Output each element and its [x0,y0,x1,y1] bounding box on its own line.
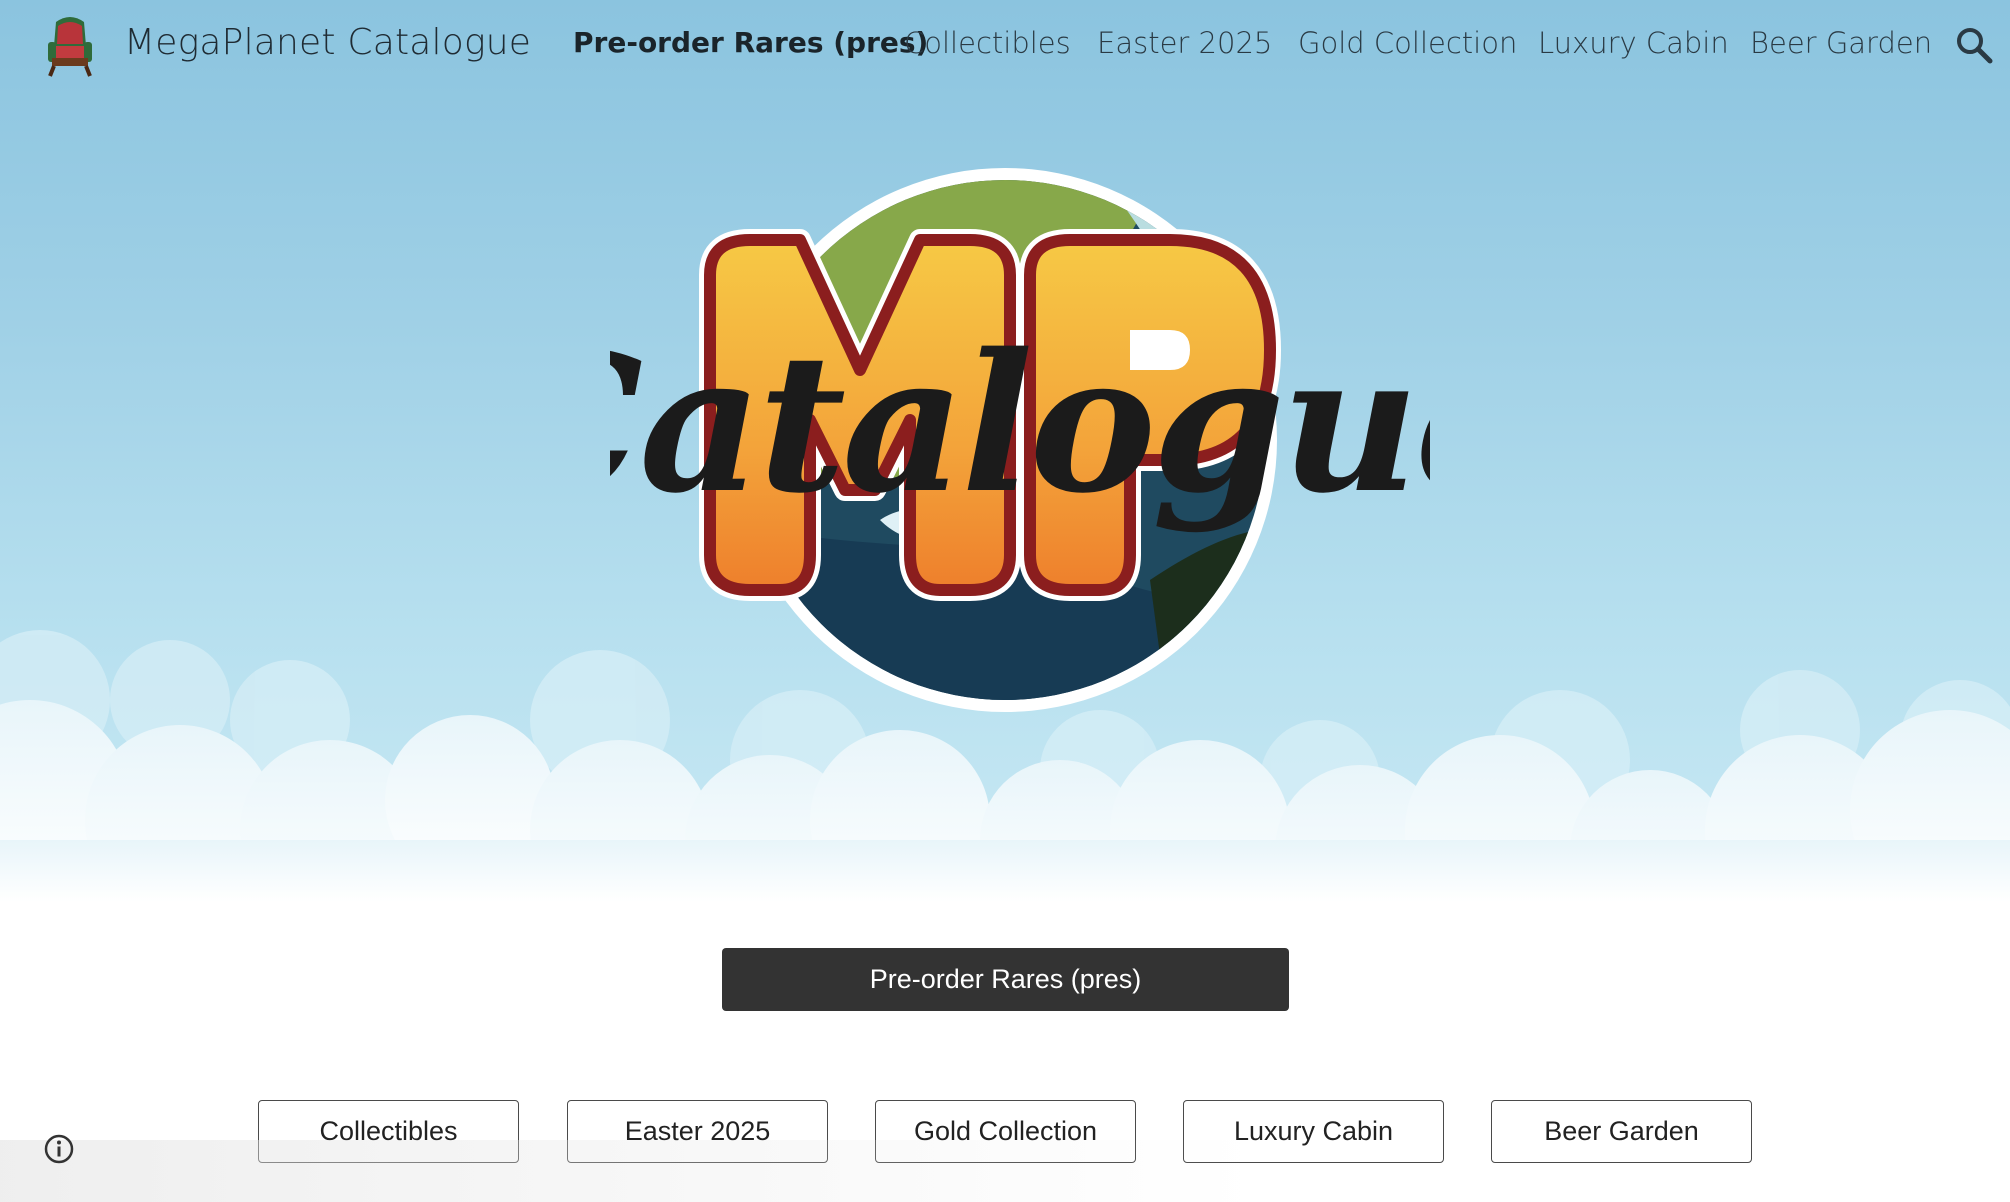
armchair-icon[interactable] [44,12,96,78]
nav-item-beer-garden[interactable]: Beer Garden [1750,26,1932,60]
mp-catalogue-logo: Catalogue [610,168,1430,712]
nav-item-luxury-cabin[interactable]: Luxury Cabin [1538,26,1729,60]
nav-item-easter-2025[interactable]: Easter 2025 [1097,26,1272,60]
easter-2025-button[interactable]: Easter 2025 [567,1100,828,1163]
hero-banner: Catalogue [0,0,2010,902]
top-navigation-bar: MegaPlanet Catalogue Pre-order Rares (pr… [0,0,2010,92]
collectibles-button[interactable]: Collectibles [258,1100,519,1163]
nav-item-collectibles[interactable]: Collectibles [904,26,1071,60]
gold-collection-button[interactable]: Gold Collection [875,1100,1136,1163]
nav-item-gold-collection[interactable]: Gold Collection [1298,26,1517,60]
beer-garden-button[interactable]: Beer Garden [1491,1100,1752,1163]
site-title[interactable]: MegaPlanet Catalogue [124,22,531,63]
pre-order-rares-button[interactable]: Pre-order Rares (pres) [722,948,1289,1011]
info-icon[interactable] [43,1133,75,1165]
search-icon[interactable] [1955,26,1993,64]
logo-script-text: Catalogue [610,312,1430,535]
luxury-cabin-button[interactable]: Luxury Cabin [1183,1100,1444,1163]
nav-item-pre-order-rares[interactable]: Pre-order Rares (pres) [573,26,928,59]
